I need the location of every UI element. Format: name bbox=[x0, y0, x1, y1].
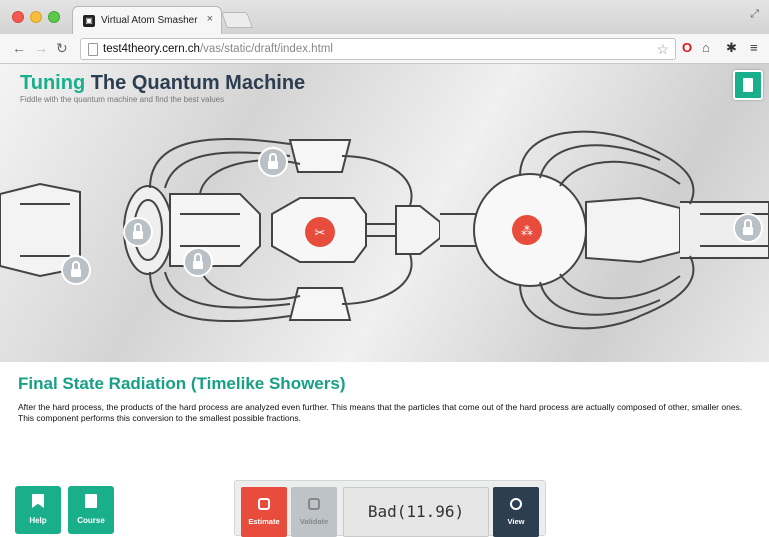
estimate-icon bbox=[258, 498, 270, 510]
bookmark-ribbon-icon bbox=[32, 494, 44, 508]
estimate-label: Estimate bbox=[248, 517, 280, 526]
help-label: Help bbox=[29, 516, 47, 525]
page-content: ✂ ⁂ Tuning The Quantum Machine Fiddle wi… bbox=[0, 64, 769, 537]
forward-icon[interactable]: → bbox=[34, 40, 48, 56]
fullscreen-icon[interactable]: ⤢ bbox=[750, 8, 759, 21]
validate-button[interactable]: Validate bbox=[291, 487, 337, 537]
view-button[interactable]: View bbox=[493, 487, 539, 537]
tab-title: Virtual Atom Smasher bbox=[101, 15, 198, 26]
scissors-icon: ✂ bbox=[315, 226, 326, 241]
page-subtitle: Fiddle with the quantum machine and find… bbox=[20, 95, 225, 104]
course-label: Course bbox=[77, 516, 105, 525]
section-title: Final State Radiation (Timelike Showers) bbox=[18, 374, 346, 393]
window-close-button[interactable] bbox=[12, 11, 24, 23]
machine-hero: ✂ ⁂ Tuning The Quantum Machine Fiddle wi… bbox=[0, 64, 769, 362]
browser-tab[interactable]: ▣ Virtual Atom Smasher × bbox=[72, 6, 222, 34]
estimate-button[interactable]: Estimate bbox=[241, 487, 287, 537]
window-zoom-button[interactable] bbox=[48, 11, 60, 23]
help-button[interactable]: Help bbox=[15, 486, 61, 534]
extension-icon[interactable]: ⌂ bbox=[702, 40, 710, 55]
back-icon[interactable]: ← bbox=[12, 40, 26, 56]
new-tab-button[interactable] bbox=[221, 12, 253, 28]
view-label: View bbox=[507, 517, 525, 526]
url-text[interactable]: test4theory.cern.ch/vas/static/draft/ind… bbox=[103, 43, 333, 55]
book-icon bbox=[85, 494, 97, 508]
bookmark-icon bbox=[743, 78, 753, 92]
favicon-icon: ▣ bbox=[83, 15, 95, 27]
settings-icon[interactable]: ✱ bbox=[726, 40, 737, 56]
eye-icon bbox=[510, 498, 522, 510]
quantum-machine-illustration: ✂ ⁂ bbox=[0, 130, 769, 330]
particles-icon: ⁂ bbox=[521, 224, 533, 238]
tab-close-icon[interactable]: × bbox=[207, 13, 213, 25]
course-button[interactable]: Course bbox=[68, 486, 114, 534]
page-title: Tuning The Quantum Machine bbox=[20, 72, 306, 94]
bookmark-star-icon[interactable]: ☆ bbox=[656, 41, 669, 58]
browser-tab-bar: ▣ Virtual Atom Smasher × ⤢ bbox=[0, 0, 769, 34]
browser-toolbar: ← → ↻ test4theory.cern.ch/vas/static/dra… bbox=[0, 34, 769, 64]
action-bar: Estimate Validate Bad(11.96) View bbox=[234, 480, 546, 537]
reload-icon[interactable]: ↻ bbox=[56, 40, 68, 57]
bookmark-button[interactable] bbox=[733, 70, 763, 100]
page-icon bbox=[88, 43, 98, 56]
opera-extension-icon[interactable]: O bbox=[682, 40, 692, 55]
estimate-result: Bad(11.96) bbox=[343, 487, 489, 537]
menu-icon[interactable]: ≡ bbox=[750, 40, 758, 55]
validate-label: Validate bbox=[299, 517, 329, 526]
validate-icon bbox=[308, 498, 320, 510]
section-description: After the hard process, the products of … bbox=[18, 402, 743, 423]
address-bar[interactable]: test4theory.cern.ch/vas/static/draft/ind… bbox=[80, 38, 676, 60]
window-minimize-button[interactable] bbox=[30, 11, 42, 23]
